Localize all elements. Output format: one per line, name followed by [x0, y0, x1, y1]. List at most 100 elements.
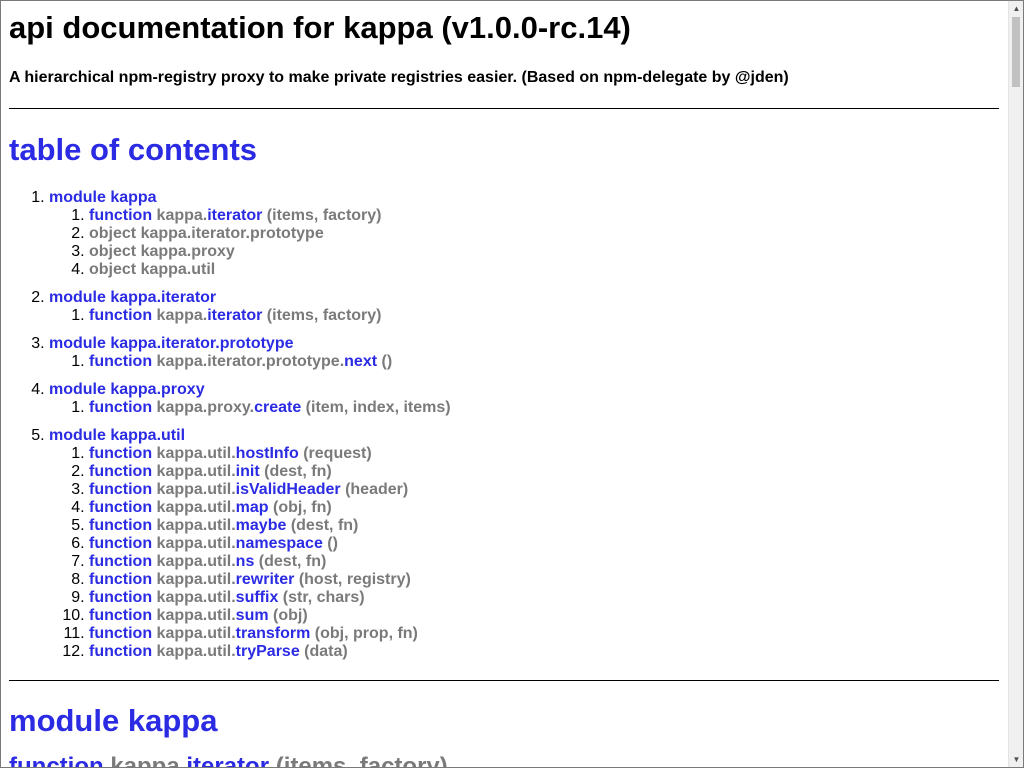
member-keyword[interactable]: function	[89, 535, 152, 552]
toc-module-item: module kappafunction kappa.iterator (ite…	[49, 189, 999, 279]
member-keyword[interactable]: function	[89, 207, 152, 224]
member-keyword[interactable]: function	[89, 353, 152, 370]
member-function-name[interactable]: rewriter	[236, 571, 295, 588]
entry-path: kappa.	[110, 753, 187, 768]
toc-member-item[interactable]: function kappa.iterator (items, factory)	[89, 307, 999, 325]
toc-member-item[interactable]: function kappa.util.rewriter (host, regi…	[89, 571, 999, 589]
member-keyword[interactable]: function	[89, 307, 152, 324]
member-path: kappa.util.	[156, 607, 236, 624]
toc-heading[interactable]: table of contents	[9, 131, 999, 169]
arrow-down-icon[interactable]: ▼	[1009, 752, 1024, 767]
toc-member-item[interactable]: function kappa.util.transform (obj, prop…	[89, 625, 999, 643]
member-args: (str, chars)	[278, 589, 365, 606]
member-path: object kappa.iterator.prototype	[89, 225, 324, 242]
member-keyword[interactable]: function	[89, 607, 152, 624]
member-keyword[interactable]: function	[89, 571, 152, 588]
toc-member-item[interactable]: object kappa.util	[89, 261, 999, 279]
toc-member-item[interactable]: function kappa.util.namespace ()	[89, 535, 999, 553]
member-keyword[interactable]: function	[89, 625, 152, 642]
member-function-name[interactable]: hostInfo	[236, 445, 299, 462]
toc-member-item[interactable]: function kappa.util.maybe (dest, fn)	[89, 517, 999, 535]
member-path: kappa.util.	[156, 571, 236, 588]
member-function-name[interactable]: maybe	[236, 517, 287, 534]
member-args: (dest, fn)	[259, 463, 332, 480]
toc-member-item[interactable]: function kappa.util.init (dest, fn)	[89, 463, 999, 481]
member-function-name[interactable]: isValidHeader	[236, 481, 341, 498]
vertical-scrollbar[interactable]: ▲ ▼	[1008, 1, 1023, 767]
toc-module-list: module kappafunction kappa.iterator (ite…	[9, 189, 999, 661]
member-function-name[interactable]: namespace	[236, 535, 323, 552]
page-title: api documentation for kappa (v1.0.0-rc.1…	[9, 10, 631, 45]
member-path: kappa.iterator.prototype.	[156, 353, 345, 370]
toc-module-link[interactable]: module kappa.iterator	[49, 289, 216, 306]
toc-member-list: function kappa.iterator (items, factory)	[49, 307, 999, 325]
scrollbar-thumb[interactable]	[1012, 17, 1020, 87]
member-args: (obj)	[268, 607, 308, 624]
toc-member-item[interactable]: function kappa.util.ns (dest, fn)	[89, 553, 999, 571]
entry-keyword: function	[9, 753, 104, 768]
arrow-up-icon[interactable]: ▲	[1009, 1, 1024, 16]
toc-member-item[interactable]: function kappa.iterator (items, factory)	[89, 207, 999, 225]
member-keyword[interactable]: function	[89, 445, 152, 462]
toc-member-item[interactable]: object kappa.proxy	[89, 243, 999, 261]
toc-module-link[interactable]: module kappa	[49, 189, 157, 206]
member-args: (host, registry)	[294, 571, 411, 588]
toc-member-item[interactable]: function kappa.util.map (obj, fn)	[89, 499, 999, 517]
page-content: api documentation for kappa (v1.0.0-rc.1…	[1, 1, 1008, 767]
divider	[9, 680, 999, 681]
toc-member-item[interactable]: function kappa.util.sum (obj)	[89, 607, 999, 625]
member-path: kappa.util.	[156, 625, 236, 642]
member-function-name[interactable]: iterator	[207, 307, 262, 324]
toc-module-item: module kappa.iteratorfunction kappa.iter…	[49, 289, 999, 325]
member-keyword[interactable]: function	[89, 481, 152, 498]
member-keyword[interactable]: function	[89, 463, 152, 480]
toc-member-item[interactable]: object kappa.iterator.prototype	[89, 225, 999, 243]
member-path: kappa.util.	[156, 481, 236, 498]
toc-module-link[interactable]: module kappa.util	[49, 427, 185, 444]
member-function-name[interactable]: tryParse	[236, 643, 300, 660]
member-args: (request)	[298, 445, 372, 462]
package-description: A hierarchical npm-registry proxy to mak…	[9, 69, 789, 86]
member-function-name[interactable]: map	[236, 499, 269, 516]
member-function-name[interactable]: next	[344, 353, 377, 370]
member-args: (obj, fn)	[268, 499, 332, 516]
member-function-name[interactable]: sum	[236, 607, 269, 624]
member-path: kappa.util.	[156, 463, 236, 480]
toc-member-item[interactable]: function kappa.iterator.prototype.next (…	[89, 353, 999, 371]
module-kappa-first-entry[interactable]: function kappa.iterator (items, factory)	[9, 753, 999, 768]
member-path: kappa.	[156, 207, 208, 224]
member-function-name[interactable]: init	[236, 463, 260, 480]
member-args: (items, factory)	[262, 307, 382, 324]
module-kappa-heading[interactable]: module kappa	[9, 702, 999, 740]
toc-member-list: function kappa.iterator.prototype.next (…	[49, 353, 999, 371]
member-function-name[interactable]: ns	[236, 553, 255, 570]
member-function-name[interactable]: transform	[236, 625, 311, 642]
toc-module-link[interactable]: module kappa.proxy	[49, 381, 205, 398]
member-args: ()	[322, 535, 338, 552]
member-path: object kappa.util	[89, 261, 216, 278]
member-keyword[interactable]: function	[89, 399, 152, 416]
toc-member-item[interactable]: function kappa.util.tryParse (data)	[89, 643, 999, 661]
toc-member-item[interactable]: function kappa.util.isValidHeader (heade…	[89, 481, 999, 499]
member-function-name[interactable]: suffix	[236, 589, 279, 606]
member-function-name[interactable]: create	[254, 399, 301, 416]
member-function-name[interactable]: iterator	[207, 207, 262, 224]
toc-module-link[interactable]: module kappa.iterator.prototype	[49, 335, 293, 352]
member-path: kappa.	[156, 307, 208, 324]
member-keyword[interactable]: function	[89, 553, 152, 570]
toc-member-list: function kappa.util.hostInfo (request)fu…	[49, 445, 999, 661]
toc-member-list: function kappa.proxy.create (item, index…	[49, 399, 999, 417]
member-path: kappa.util.	[156, 553, 236, 570]
member-keyword[interactable]: function	[89, 517, 152, 534]
member-path: kappa.util.	[156, 589, 236, 606]
member-keyword[interactable]: function	[89, 589, 152, 606]
member-args: (item, index, items)	[301, 399, 451, 416]
toc-member-item[interactable]: function kappa.util.suffix (str, chars)	[89, 589, 999, 607]
member-path: kappa.util.	[156, 445, 236, 462]
member-keyword[interactable]: function	[89, 499, 152, 516]
member-path: object kappa.proxy	[89, 243, 235, 260]
toc-module-item: module kappa.iterator.prototypefunction …	[49, 335, 999, 371]
member-keyword[interactable]: function	[89, 643, 152, 660]
toc-member-item[interactable]: function kappa.util.hostInfo (request)	[89, 445, 999, 463]
toc-member-item[interactable]: function kappa.proxy.create (item, index…	[89, 399, 999, 417]
